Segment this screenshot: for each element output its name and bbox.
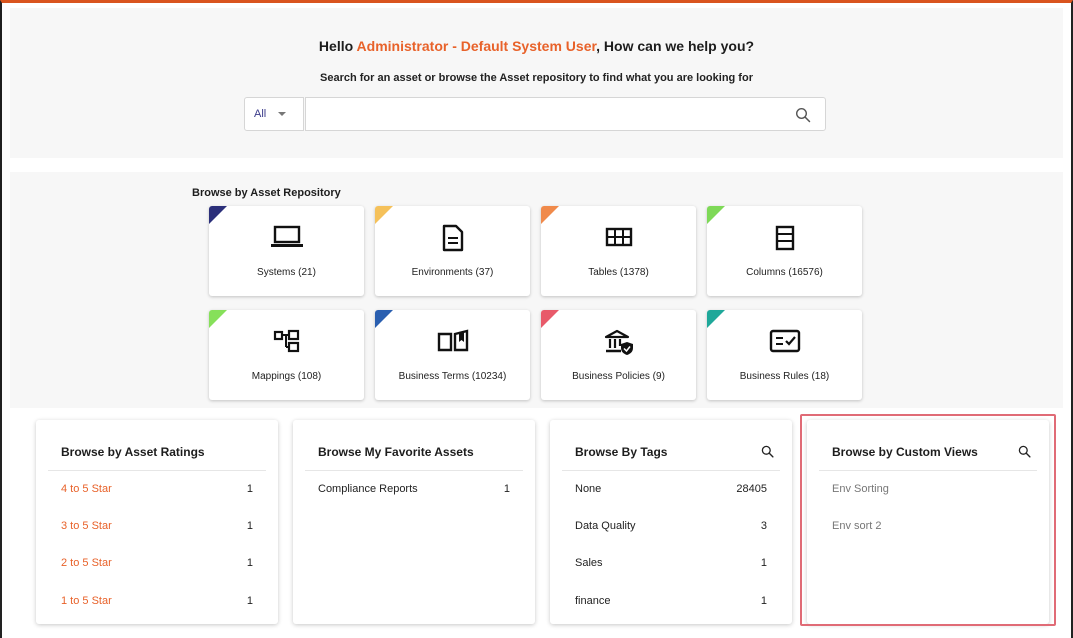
tile-label: Tables (1378) (588, 267, 649, 278)
tile-business-terms[interactable]: Business Terms (10234) (375, 310, 530, 400)
document-icon-wrap (375, 224, 530, 252)
mapping-icon (273, 329, 299, 353)
welcome-panel: Hello Administrator - Default System Use… (10, 8, 1063, 158)
card-title: Browse by Asset Ratings (61, 445, 205, 459)
tile-corner (541, 310, 559, 328)
columns-icon (775, 225, 794, 251)
list-item[interactable]: Sales 1 (575, 557, 767, 573)
list-item-label: finance (575, 595, 611, 607)
list-item-label: Sales (575, 557, 603, 569)
highlight-box (800, 414, 1056, 626)
list-item-count: 1 (246, 520, 253, 532)
tile-mappings[interactable]: Mappings (108) (209, 310, 364, 400)
list-item-label: 1 to 5 Star (61, 595, 112, 607)
card-title: Browse By Tags (575, 445, 668, 459)
list-item[interactable]: finance 1 (575, 595, 767, 611)
list-item[interactable]: None 28405 (575, 483, 767, 499)
list-item-label: Data Quality (575, 520, 636, 532)
list-item-count: 1 (503, 483, 510, 495)
chevron-down-icon (278, 112, 287, 116)
greeting-prefix: Hello (318, 38, 357, 54)
tile-corner (209, 206, 227, 224)
tile-label: Columns (16576) (746, 267, 823, 278)
asset-repository-panel: Browse by Asset Repository Systems (21) … (10, 172, 1063, 408)
search-input[interactable] (306, 98, 786, 130)
laptop-icon (270, 225, 303, 247)
tile-business-policies[interactable]: Business Policies (9) (541, 310, 696, 400)
search-box (305, 97, 826, 131)
divider (48, 470, 266, 471)
list-item-label: Compliance Reports (318, 483, 418, 495)
card-asset-ratings: Browse by Asset Ratings 4 to 5 Star 1 3 t… (36, 420, 278, 624)
tile-corner (375, 310, 393, 328)
list-item-count: 3 (760, 520, 767, 532)
search-filter-value: All (254, 108, 267, 120)
tile-tables[interactable]: Tables (1378) (541, 206, 696, 296)
search-icon[interactable] (795, 107, 811, 123)
tile-label: Business Terms (10234) (398, 371, 507, 382)
policy-icon (604, 329, 633, 355)
list-item-label: 4 to 5 Star (61, 483, 112, 495)
book-icon-wrap (375, 328, 530, 354)
tile-corner (209, 310, 227, 328)
tile-corner (707, 310, 725, 328)
user-name: Administrator - Default System User (356, 38, 597, 54)
list-item[interactable]: 2 to 5 Star 1 (61, 557, 253, 573)
table-icon-wrap (541, 224, 696, 250)
tile-label: Business Policies (9) (572, 371, 665, 382)
policy-icon-wrap (541, 328, 696, 356)
greeting: Hello Administrator - Default System Use… (10, 38, 1063, 54)
list-item-count: 1 (760, 595, 767, 607)
tile-environments[interactable]: Environments (37) (375, 206, 530, 296)
tile-systems[interactable]: Systems (21) (209, 206, 364, 296)
list-item-count: 1 (760, 557, 767, 569)
tile-corner (541, 206, 559, 224)
tile-label: Environments (37) (411, 267, 494, 278)
list-item[interactable]: 1 to 5 Star 1 (61, 595, 253, 611)
tile-corner (707, 206, 725, 224)
search-icon[interactable] (761, 445, 774, 458)
table-icon (605, 227, 632, 247)
columns-icon-wrap (707, 224, 862, 252)
list-item-count: 1 (246, 595, 253, 607)
list-item-label: None (575, 483, 602, 495)
list-item[interactable]: Compliance Reports 1 (318, 483, 510, 499)
greeting-suffix: , How can we help you? (596, 38, 755, 54)
tile-label: Systems (21) (257, 267, 316, 278)
tile-label: Mappings (108) (251, 371, 322, 382)
list-item-label: 2 to 5 Star (61, 557, 112, 569)
card-title: Browse My Favorite Assets (318, 445, 474, 459)
asset-repository-title: Browse by Asset Repository (192, 187, 341, 199)
list-item[interactable]: 3 to 5 Star 1 (61, 520, 253, 536)
divider (305, 470, 523, 471)
list-item[interactable]: 4 to 5 Star 1 (61, 483, 253, 499)
divider (562, 470, 780, 471)
card-favorite-assets: Browse My Favorite Assets Compliance Rep… (293, 420, 535, 624)
card-tags: Browse By Tags None 28405 Data Quality 3 S… (550, 420, 792, 624)
rules-icon (769, 329, 800, 353)
tile-label: Business Rules (18) (739, 371, 830, 382)
list-item[interactable]: Data Quality 3 (575, 520, 767, 536)
tile-business-rules[interactable]: Business Rules (18) (707, 310, 862, 400)
tile-corner (375, 206, 393, 224)
list-item-label: 3 to 5 Star (61, 520, 112, 532)
laptop-icon-wrap (209, 224, 364, 250)
list-item-count: 1 (246, 557, 253, 569)
tile-columns[interactable]: Columns (16576) (707, 206, 862, 296)
search-filter-dropdown[interactable]: All (244, 97, 304, 131)
rules-icon-wrap (707, 328, 862, 354)
list-item-count: 1 (246, 483, 253, 495)
book-icon (437, 329, 468, 352)
search-subtitle: Search for an asset or browse the Asset … (320, 72, 753, 84)
list-item-count: 28405 (736, 483, 767, 495)
mapping-icon-wrap (209, 328, 364, 354)
document-icon (442, 224, 463, 252)
